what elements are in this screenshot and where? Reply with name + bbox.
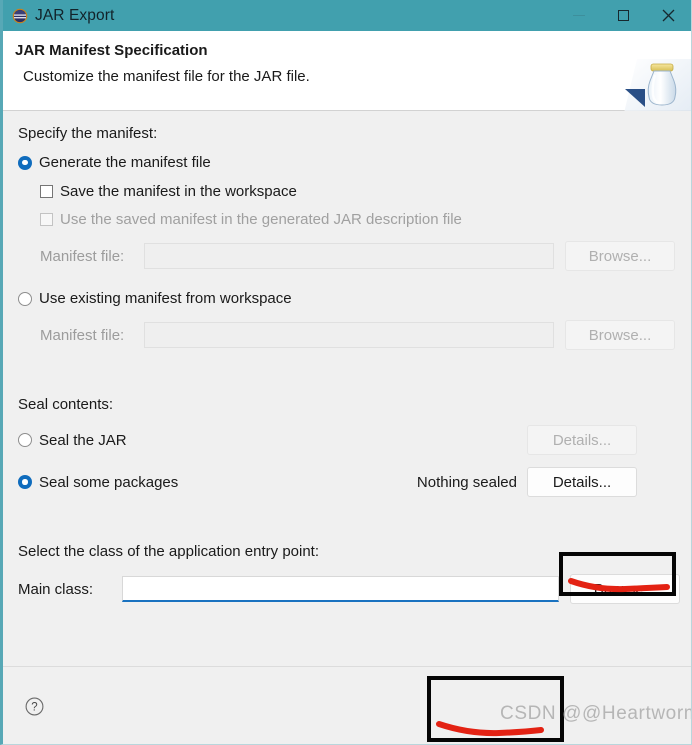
use-saved-manifest-checkbox (40, 213, 53, 226)
generate-manifest-browse-button: Browse... (565, 241, 675, 271)
save-manifest-label: Save the manifest in the workspace (60, 183, 297, 200)
main-class-browse-button[interactable]: Browse... (570, 574, 680, 604)
dialog-body: Specify the manifest: Generate the manif… (3, 111, 691, 666)
jar-bottle-icon (619, 59, 691, 117)
generate-manifest-file-input (144, 243, 554, 269)
maximize-icon (618, 10, 629, 21)
dialog-footer: ? < Back Next > Finish Cancel (3, 666, 691, 742)
entry-point-section-label: Select the class of the application entr… (18, 543, 320, 560)
use-existing-manifest-label: Use existing manifest from workspace (39, 290, 292, 307)
main-class-input[interactable] (122, 576, 559, 602)
save-manifest-checkbox-row[interactable]: Save the manifest in the workspace (40, 183, 691, 200)
seal-jar-radio[interactable] (18, 433, 32, 447)
minimize-icon (572, 14, 585, 17)
seal-some-packages-radio[interactable] (18, 475, 32, 489)
existing-manifest-file-label: Manifest file: (40, 326, 125, 344)
window-title: JAR Export (35, 6, 115, 24)
maximize-button[interactable] (601, 0, 646, 31)
seal-jar-details-button: Details... (527, 425, 637, 455)
generate-manifest-radio-row[interactable]: Generate the manifest file (18, 154, 691, 171)
use-existing-manifest-radio[interactable] (18, 291, 32, 306)
page-subtitle: Customize the manifest file for the JAR … (23, 68, 310, 85)
existing-manifest-file-row: Manifest file: Browse... (40, 320, 691, 350)
existing-manifest-file-input (144, 322, 554, 348)
seal-some-details-button[interactable]: Details... (527, 467, 637, 497)
seal-jar-label: Seal the JAR (39, 431, 127, 449)
generate-manifest-label: Generate the manifest file (39, 154, 211, 171)
save-manifest-checkbox[interactable] (40, 185, 53, 198)
main-class-row: Main class: Browse... (18, 574, 691, 604)
use-saved-manifest-checkbox-row: Use the saved manifest in the generated … (40, 211, 691, 228)
jar-export-icon (12, 8, 28, 23)
minimize-button[interactable] (556, 0, 601, 31)
use-existing-manifest-radio-row[interactable]: Use existing manifest from workspace (18, 290, 691, 307)
dialog-header: JAR Manifest Specification Customize the… (3, 31, 691, 117)
seal-status-label: Nothing sealed (416, 473, 517, 491)
seal-jar-row[interactable]: Seal the JAR Details... (18, 425, 680, 455)
seal-section-label: Seal contents: (18, 396, 114, 413)
main-class-label: Main class: (18, 580, 94, 598)
close-icon (662, 9, 675, 22)
generate-manifest-file-label: Manifest file: (40, 247, 125, 265)
use-saved-manifest-label: Use the saved manifest in the generated … (60, 211, 462, 228)
existing-manifest-browse-button: Browse... (565, 320, 675, 350)
manifest-section-label: Specify the manifest: (18, 125, 158, 142)
window-controls (556, 0, 691, 31)
close-button[interactable] (646, 0, 691, 31)
generate-manifest-radio[interactable] (18, 155, 32, 170)
seal-some-packages-label: Seal some packages (39, 473, 179, 491)
jar-export-dialog: JAR Export JAR Manifest Specification Cu… (0, 0, 692, 745)
help-icon[interactable]: ? (25, 697, 44, 716)
seal-some-packages-row[interactable]: Seal some packages Nothing sealed Detail… (18, 467, 680, 497)
svg-text:?: ? (31, 702, 37, 714)
page-title: JAR Manifest Specification (15, 42, 208, 59)
generate-manifest-file-row: Manifest file: Browse... (40, 241, 691, 271)
titlebar: JAR Export (3, 0, 691, 31)
